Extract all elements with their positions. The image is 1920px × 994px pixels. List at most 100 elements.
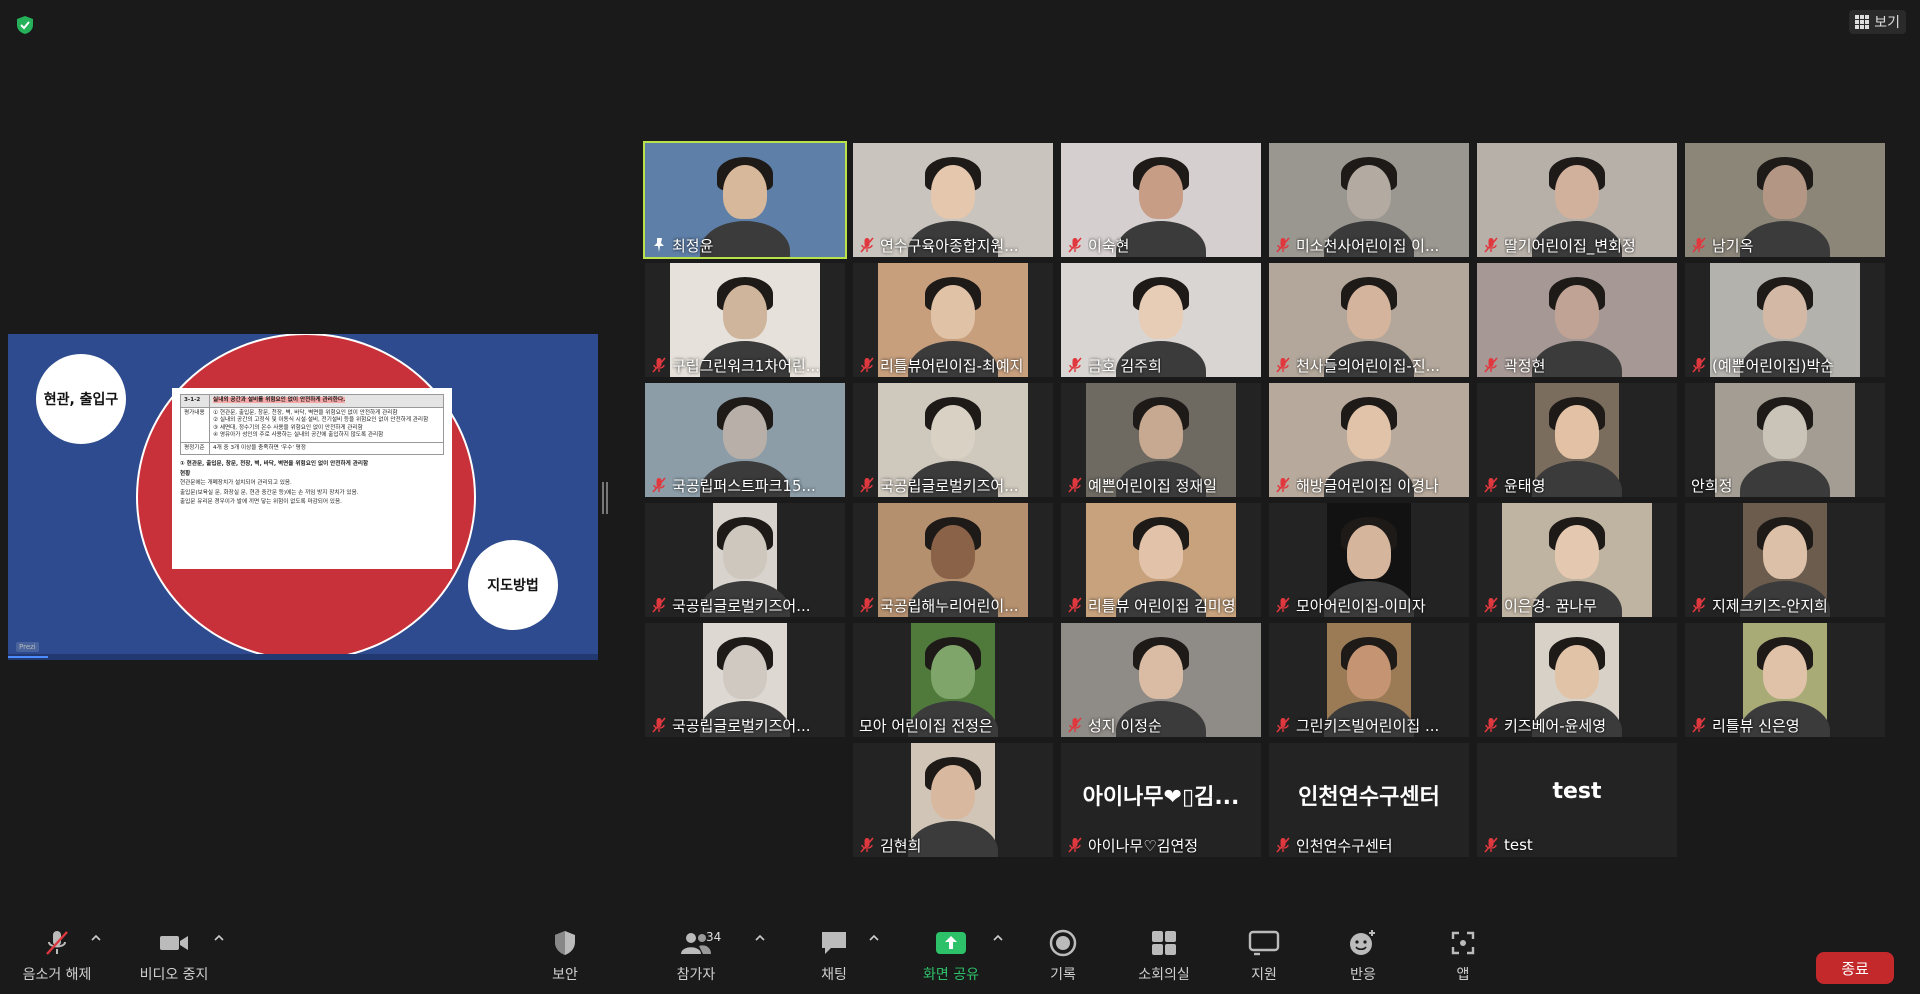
participant-tile[interactable]: 곽정현: [1477, 263, 1677, 377]
security-button[interactable]: 보안: [520, 928, 610, 984]
participant-tile[interactable]: 모아 어린이집 전정은: [853, 623, 1053, 737]
support-screen-icon: [1248, 930, 1280, 956]
stop-video-button[interactable]: 비디오 중지: [129, 928, 219, 984]
participant-tile[interactable]: 금호 김주희: [1061, 263, 1261, 377]
participant-tile[interactable]: 인천연수구센터 인천연수구센터: [1269, 743, 1469, 857]
chat-button[interactable]: 채팅: [789, 928, 879, 984]
participant-tile[interactable]: 국공립퍼스트파크15...: [645, 383, 845, 497]
participant-name-tag: 안희정: [1691, 475, 1879, 495]
unmute-label: 음소거 해제: [22, 967, 92, 983]
share-options-caret-icon[interactable]: [992, 932, 1004, 944]
participant-name-tag: 국공립글로벌키즈어...: [651, 595, 839, 615]
zoom-meeting-window: 보기 현관, 출입구 지도방법 3-1-2 실내외 공간과 설비를 위험요인 없…: [0, 0, 1920, 994]
muted-mic-icon: [1276, 477, 1290, 493]
audio-options-caret-icon[interactable]: [90, 932, 102, 944]
apps-icon: [1451, 931, 1475, 955]
participant-tile[interactable]: 그린키즈빌어린이집 ...: [1269, 623, 1469, 737]
split-resize-handle[interactable]: [602, 482, 608, 514]
participant-tile[interactable]: 리틀뷰어린이집-최예지: [853, 263, 1053, 377]
participant-tile[interactable]: 남기옥: [1685, 143, 1885, 257]
participant-name-tag: 예쁜어린이집 정재일: [1067, 475, 1255, 495]
participant-name-tag: 연수구육아종합지원...: [859, 235, 1047, 255]
participant-tile[interactable]: 리틀뷰 어린이집 김미영: [1061, 503, 1261, 617]
participant-tile[interactable]: test test: [1477, 743, 1677, 857]
muted-mic-icon: [1484, 477, 1498, 493]
encryption-shield-icon[interactable]: [14, 14, 36, 36]
unmute-button[interactable]: 음소거 해제: [12, 928, 102, 984]
participant-tile[interactable]: 김현희: [853, 743, 1053, 857]
participant-tile[interactable]: 키즈베어-윤세영: [1477, 623, 1677, 737]
participant-tile[interactable]: 리틀뷰 신은영: [1685, 623, 1885, 737]
participant-face: [1139, 405, 1183, 459]
participant-tile[interactable]: 최정윤: [643, 141, 847, 259]
apps-button[interactable]: 앱: [1418, 928, 1508, 984]
participant-face: [723, 525, 767, 579]
participant-name: 리틀뷰 신은영: [1712, 716, 1800, 735]
participant-tile[interactable]: 지제크키즈-안지희: [1685, 503, 1885, 617]
participant-name-tag: 이숙현: [1067, 235, 1255, 255]
muted-mic-icon: [860, 357, 874, 373]
participant-name: 곽정현: [1504, 356, 1546, 375]
share-screen-button[interactable]: 화면 공유: [906, 928, 996, 984]
participants-options-caret-icon[interactable]: [754, 932, 766, 944]
muted-mic-icon: [1692, 237, 1706, 253]
participant-name: 키즈베어-윤세영: [1504, 716, 1607, 735]
participant-tile[interactable]: 성지 이정순: [1061, 623, 1261, 737]
participant-tile[interactable]: 딸기어린이집_변회정: [1477, 143, 1677, 257]
participant-name-tag: 모아어린이집-이미자: [1275, 595, 1463, 615]
participant-name: 지제크키즈-안지희: [1712, 596, 1828, 615]
grid-icon: [1855, 15, 1870, 29]
participants-label: 참가자: [676, 967, 716, 983]
participant-name-tag: (예쁜어린이집)박순: [1691, 355, 1879, 375]
participant-name: 윤태영: [1504, 476, 1546, 495]
participant-name-tag: 성지 이정순: [1067, 715, 1255, 735]
participant-tile[interactable]: 이숙현: [1061, 143, 1261, 257]
video-options-caret-icon[interactable]: [213, 932, 225, 944]
participant-face: [1763, 285, 1807, 339]
slide-bubble-guidance: 지도방법: [468, 540, 558, 630]
breakout-rooms-label: 소회의실: [1138, 967, 1190, 983]
participant-tile[interactable]: 연수구육아종합지원...: [853, 143, 1053, 257]
doc-bullet: 출입문(보육실 문, 화장실 문, 현관 중간문 등)에는 손 끼임 방지 장치…: [180, 489, 359, 496]
participant-tile[interactable]: 미소천사어린이집 이...: [1269, 143, 1469, 257]
participant-name-tag: 천사들의어린이집-진...: [1275, 355, 1463, 375]
participant-tile[interactable]: 안희정: [1685, 383, 1885, 497]
doc-body-title: ① 현관문, 출입문, 창문, 천장, 벽, 바닥, 벽면을 위험요인 없이 안…: [180, 461, 369, 468]
participant-tile[interactable]: 국공립글로벌키즈어...: [645, 503, 845, 617]
muted-mic-icon: [1276, 837, 1290, 853]
participant-name-tag: 키즈베어-윤세영: [1483, 715, 1671, 735]
participant-tile[interactable]: 이은경- 꿈나무: [1477, 503, 1677, 617]
participant-tile[interactable]: 국공립해누리어린이...: [853, 503, 1053, 617]
participant-name: 국공립해누리어린이...: [880, 596, 1019, 615]
shared-screen[interactable]: 현관, 출입구 지도방법 3-1-2 실내외 공간과 설비를 위험요인 없이 안…: [8, 334, 598, 660]
participant-tile[interactable]: 모아어린이집-이미자: [1269, 503, 1469, 617]
participant-tile[interactable]: (예쁜어린이집)박순: [1685, 263, 1885, 377]
participant-tile[interactable]: 아이나무❤▯김... 아이나무♡김연정: [1061, 743, 1261, 857]
participant-tile[interactable]: 국공립글로벌키즈어...: [645, 623, 845, 737]
view-button[interactable]: 보기: [1849, 10, 1906, 34]
apps-label: 앱: [1456, 967, 1470, 983]
record-button[interactable]: 기록: [1018, 928, 1108, 984]
participant-tile[interactable]: 윤태영: [1477, 383, 1677, 497]
participant-face: [1763, 525, 1807, 579]
end-meeting-button[interactable]: 종료: [1816, 952, 1894, 984]
chat-options-caret-icon[interactable]: [868, 932, 880, 944]
participant-name: 김현희: [880, 836, 922, 855]
participant-name-tag: 딸기어린이집_변회정: [1483, 235, 1671, 255]
reactions-button[interactable]: 반응: [1318, 928, 1408, 984]
muted-mic-icon: [652, 477, 666, 493]
participants-button[interactable]: 34 참가자: [651, 928, 741, 984]
participant-name-tag: 금호 김주희: [1067, 355, 1255, 375]
participant-tile[interactable]: 예쁜어린이집 정재일: [1061, 383, 1261, 497]
participant-name: 천사들의어린이집-진...: [1296, 356, 1440, 375]
participant-tile[interactable]: 해방글어린이집 이경나: [1269, 383, 1469, 497]
view-label: 보기: [1874, 15, 1900, 31]
participant-face: [1139, 285, 1183, 339]
participant-tile[interactable]: 천사들의어린이집-진...: [1269, 263, 1469, 377]
prezi-progress-bar[interactable]: [8, 654, 598, 660]
support-button[interactable]: 지원: [1219, 928, 1309, 984]
participant-name-tag: 곽정현: [1483, 355, 1671, 375]
participant-tile[interactable]: 국공립글로벌키즈어...: [853, 383, 1053, 497]
participant-tile[interactable]: 구립그린워크1차어린...: [645, 263, 845, 377]
breakout-rooms-button[interactable]: 소회의실: [1119, 928, 1209, 984]
